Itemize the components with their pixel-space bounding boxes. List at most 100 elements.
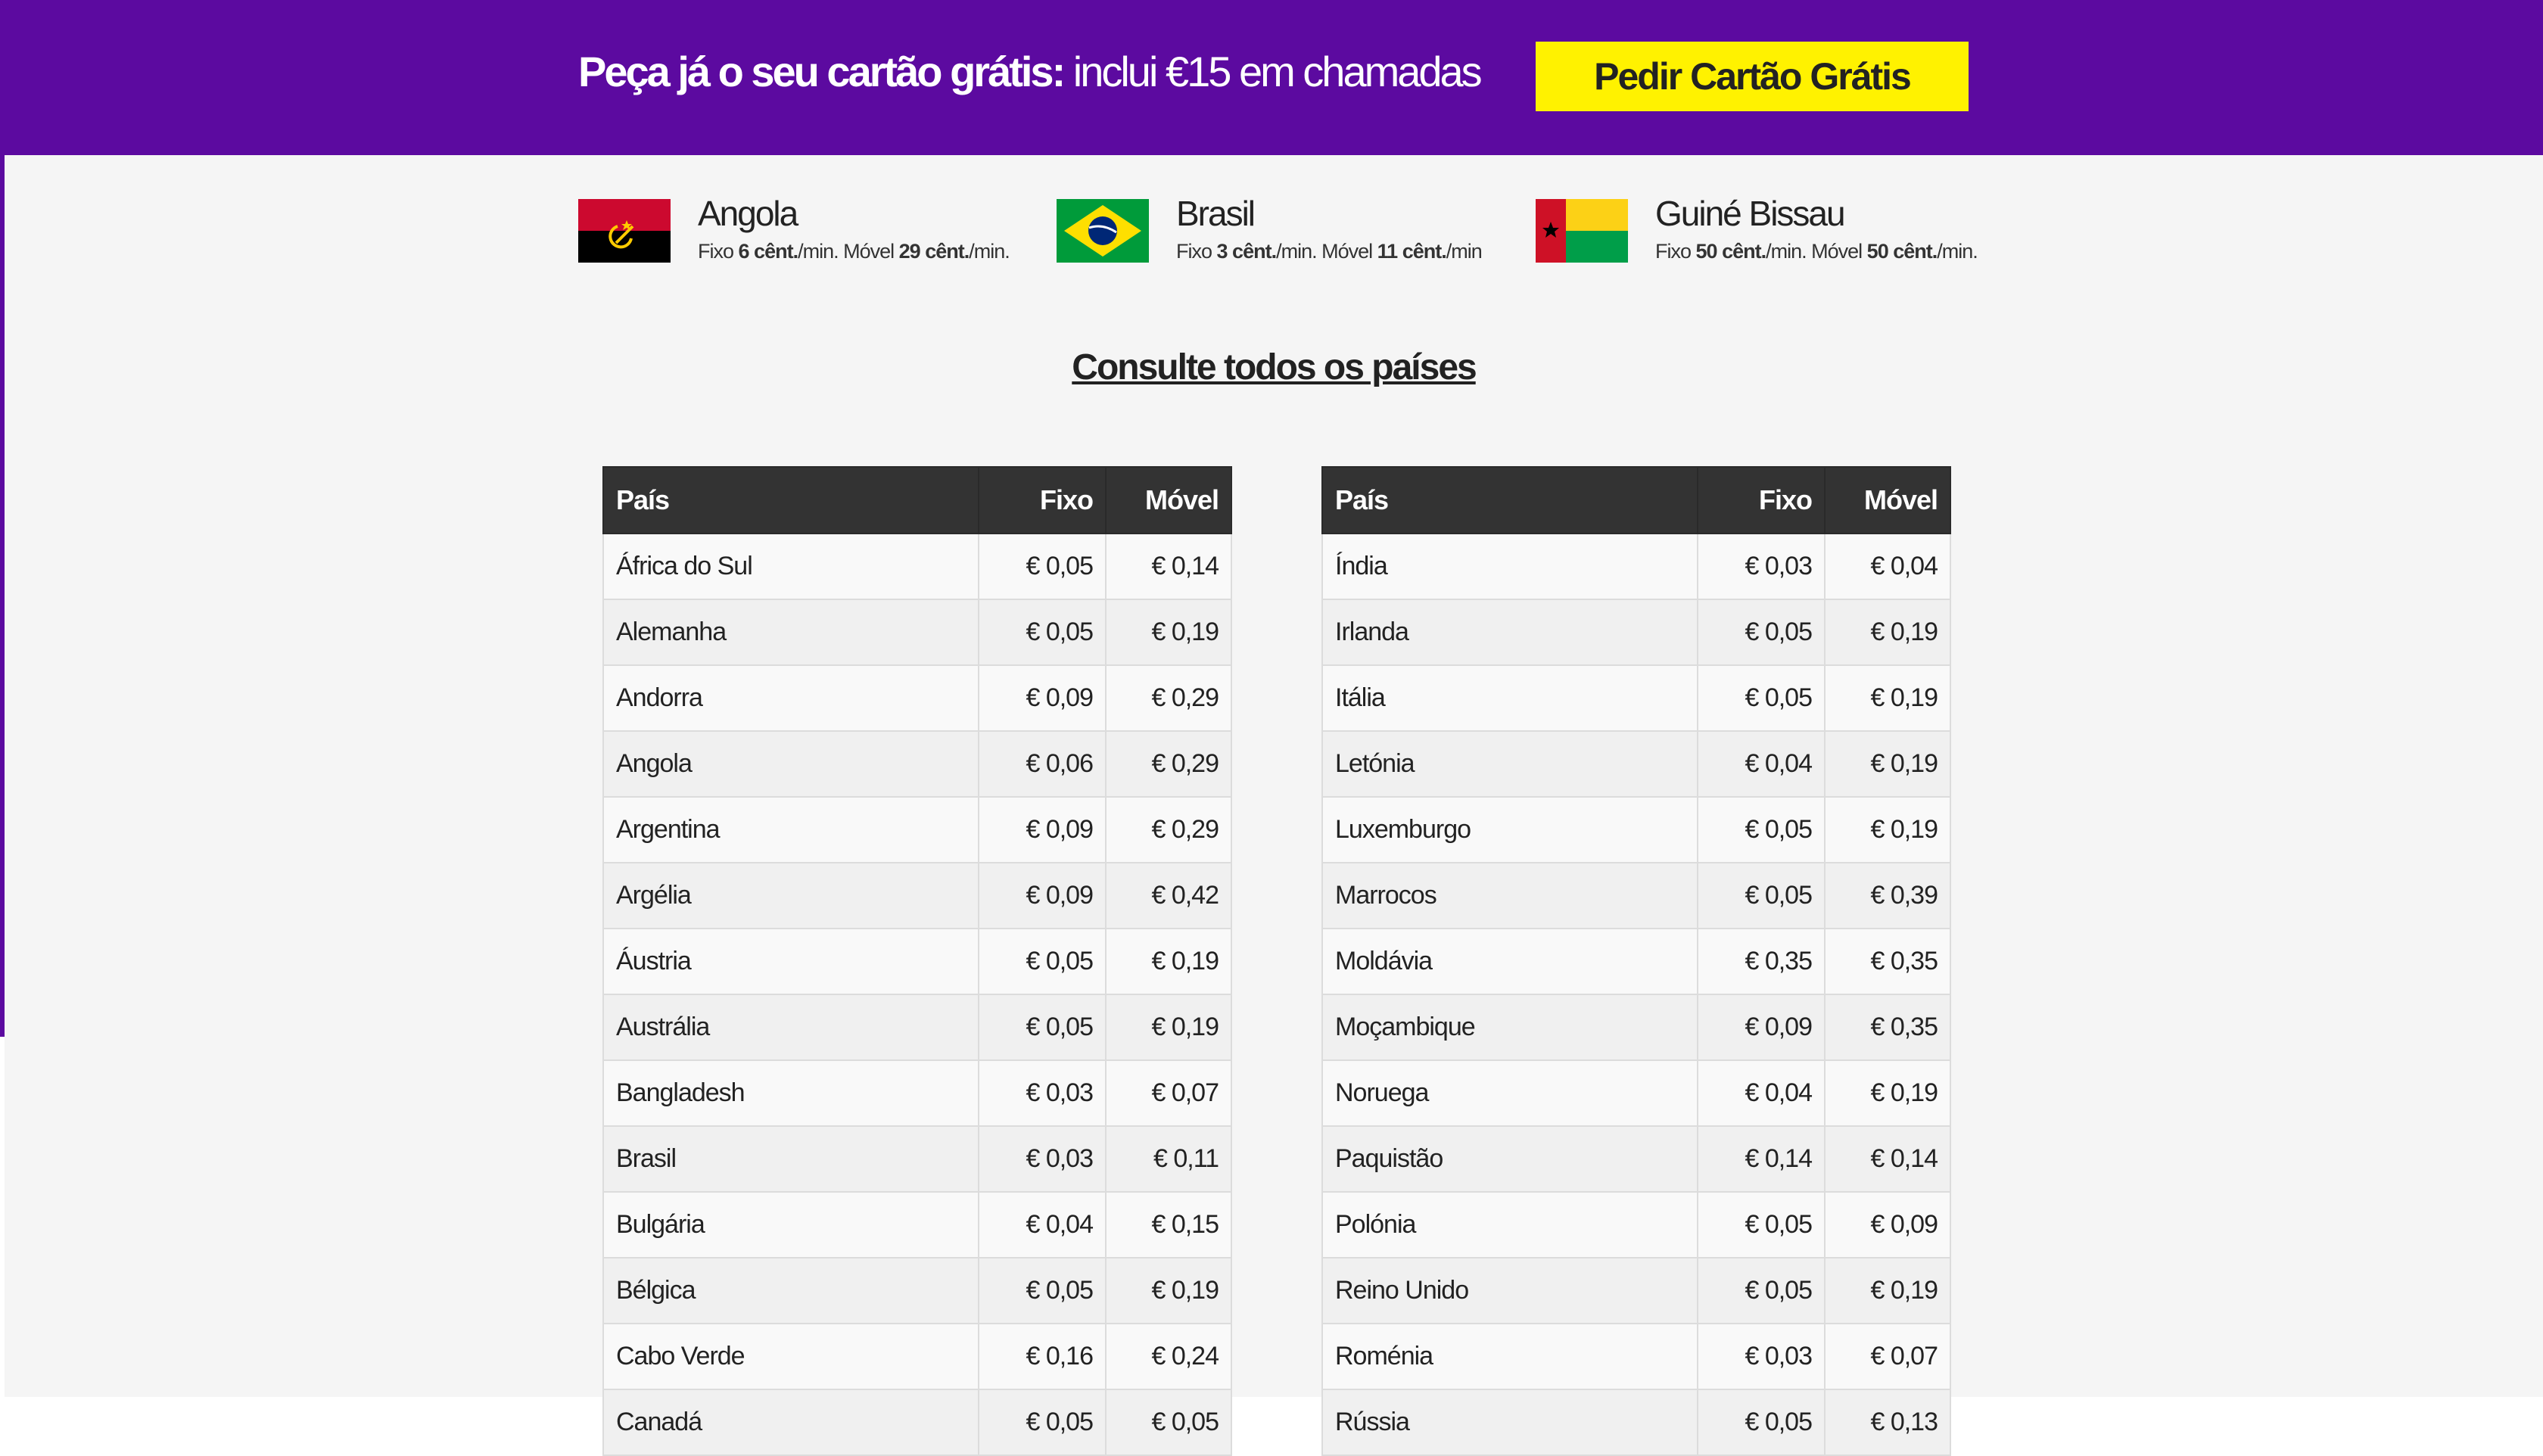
column-header-fixo: Fixo [978,466,1107,534]
country-cell: Bélgica [602,1257,979,1324]
rates-table-right: País Fixo Móvel Índia € 0,03 € 0,04 Irlanda… [1321,466,1951,1456]
movel-rate-cell: € 0,19 [1105,994,1232,1061]
country-cell: Irlanda [1321,599,1698,666]
country-cell: Reino Unido [1321,1257,1698,1324]
table-row: Argélia € 0,09 € 0,42 [602,862,1232,929]
movel-rate-cell: € 0,39 [1824,862,1951,929]
movel-rate-cell: € 0,19 [1824,730,1951,798]
table-row: Cabo Verde € 0,16 € 0,24 [602,1323,1232,1390]
country-cell: Angola [602,730,979,798]
movel-rate-cell: € 0,15 [1105,1191,1232,1258]
guinea-bissau-flag-icon [1536,199,1628,263]
country-cell: Paquistão [1321,1125,1698,1193]
country-cell: Austrália [602,994,979,1061]
fixo-rate-cell: € 0,06 [978,730,1107,798]
page-content: Peça já o seu cartão grátis: inclui €15 … [5,0,2543,1456]
fixo-rate-cell: € 0,09 [978,862,1107,929]
movel-rate-cell: € 0,09 [1824,1191,1951,1258]
movel-rate-cell: € 0,35 [1824,994,1951,1061]
table-row: Alemanha € 0,05 € 0,19 [602,599,1232,666]
country-cell: Noruega [1321,1059,1698,1127]
table-header-row: País Fixo Móvel [1321,466,1951,534]
fixo-rate-cell: € 0,05 [978,994,1107,1061]
promo-banner: Peça já o seu cartão grátis: inclui €15 … [5,0,2543,155]
featured-country-rates: Fixo 3 cênt./min. Móvel 11 cênt./min [1176,240,1483,263]
fixo-rate-cell: € 0,05 [1697,796,1826,863]
featured-country-name: Guiné Bissau [1655,194,1846,233]
fixo-rate-cell: € 0,05 [1697,599,1826,666]
movel-rate-cell: € 0,13 [1824,1389,1951,1456]
movel-rate-cell: € 0,07 [1105,1059,1232,1127]
fixo-rate-cell: € 0,05 [1697,664,1826,732]
movel-rate-cell: € 0,29 [1105,730,1232,798]
table-header-row: País Fixo Móvel [602,466,1232,534]
featured-country-angola[interactable]: Angola Fixo 6 cênt./min. Móvel 29 cênt./… [578,193,1010,269]
promo-text: Peça já o seu cartão grátis: inclui €15 … [578,47,1483,96]
fixo-rate-cell: € 0,04 [978,1191,1107,1258]
movel-rate-cell: € 0,19 [1105,599,1232,666]
fixo-rate-cell: € 0,05 [978,1389,1107,1456]
featured-country-name: Brasil [1176,194,1256,233]
column-header-movel: Móvel [1824,466,1951,534]
featured-country-brasil[interactable]: Brasil Fixo 3 cênt./min. Móvel 11 cênt./… [1057,193,1483,269]
all-countries-link[interactable]: Consulte todos os países [1072,347,1477,387]
country-cell: Rússia [1321,1389,1698,1456]
column-header-fixo: Fixo [1697,466,1826,534]
movel-rate-cell: € 0,05 [1105,1389,1232,1456]
table-row: Argentina € 0,09 € 0,29 [602,796,1232,863]
country-cell: Argélia [602,862,979,929]
fixo-rate-cell: € 0,05 [978,1257,1107,1324]
country-cell: Canadá [602,1389,979,1456]
movel-rate-cell: € 0,42 [1105,862,1232,929]
movel-rate-cell: € 0,19 [1824,664,1951,732]
table-row: Bélgica € 0,05 € 0,19 [602,1257,1232,1324]
country-cell: Índia [1321,533,1698,600]
column-header-movel: Móvel [1105,466,1232,534]
promo-subline: inclui €15 em chamadas [1063,48,1483,95]
fixo-rate-cell: € 0,05 [1697,1389,1826,1456]
table-row: Angola € 0,06 € 0,29 [602,730,1232,798]
movel-rate-cell: € 0,14 [1105,533,1232,600]
fixo-rate-cell: € 0,05 [978,533,1107,600]
table-row: Áustria € 0,05 € 0,19 [602,928,1232,995]
featured-country-rates: Fixo 50 cênt./min. Móvel 50 cênt./min. [1655,240,1978,263]
country-cell: Moldávia [1321,928,1698,995]
country-cell: Cabo Verde [602,1323,979,1390]
country-cell: Roménia [1321,1323,1698,1390]
table-row: Irlanda € 0,05 € 0,19 [1321,599,1951,666]
all-countries-link-wrap: Consulte todos os países [5,347,2543,388]
movel-rate-cell: € 0,11 [1105,1125,1232,1193]
table-row: Andorra € 0,09 € 0,29 [602,664,1232,732]
table-row: Luxemburgo € 0,05 € 0,19 [1321,796,1951,863]
featured-country-guine-bissau[interactable]: Guiné Bissau Fixo 50 cênt./min. Móvel 50… [1536,193,1978,269]
table-row: Marrocos € 0,05 € 0,39 [1321,862,1951,929]
table-row: Austrália € 0,05 € 0,19 [602,994,1232,1061]
movel-rate-cell: € 0,14 [1824,1125,1951,1193]
table-row: Bulgária € 0,04 € 0,15 [602,1191,1232,1258]
country-cell: Andorra [602,664,979,732]
country-cell: Alemanha [602,599,979,666]
country-cell: Brasil [602,1125,979,1193]
country-cell: Luxemburgo [1321,796,1698,863]
table-row: Roménia € 0,03 € 0,07 [1321,1323,1951,1390]
column-header-country: País [1321,466,1698,534]
promo-headline: Peça já o seu cartão grátis: [578,48,1066,95]
movel-rate-cell: € 0,29 [1105,796,1232,863]
table-row: Bangladesh € 0,03 € 0,07 [602,1059,1232,1127]
angola-flag-icon [578,199,671,263]
table-row: Itália € 0,05 € 0,19 [1321,664,1951,732]
table-row: Brasil € 0,03 € 0,11 [602,1125,1232,1193]
country-cell: Moçambique [1321,994,1698,1061]
country-cell: África do Sul [602,533,979,600]
country-cell: Áustria [602,928,979,995]
featured-country-name: Angola [698,194,798,233]
order-free-card-button[interactable]: Pedir Cartão Grátis [1536,42,1969,111]
featured-country-rates: Fixo 6 cênt./min. Móvel 29 cênt./min. [698,240,1010,263]
column-header-country: País [602,466,979,534]
fixo-rate-cell: € 0,05 [1697,862,1826,929]
country-cell: Itália [1321,664,1698,732]
country-cell: Bangladesh [602,1059,979,1127]
rates-table-left: País Fixo Móvel África do Sul € 0,05 € 0,1… [602,466,1232,1456]
table-row: África do Sul € 0,05 € 0,14 [602,533,1232,600]
brazil-flag-icon [1057,199,1149,263]
